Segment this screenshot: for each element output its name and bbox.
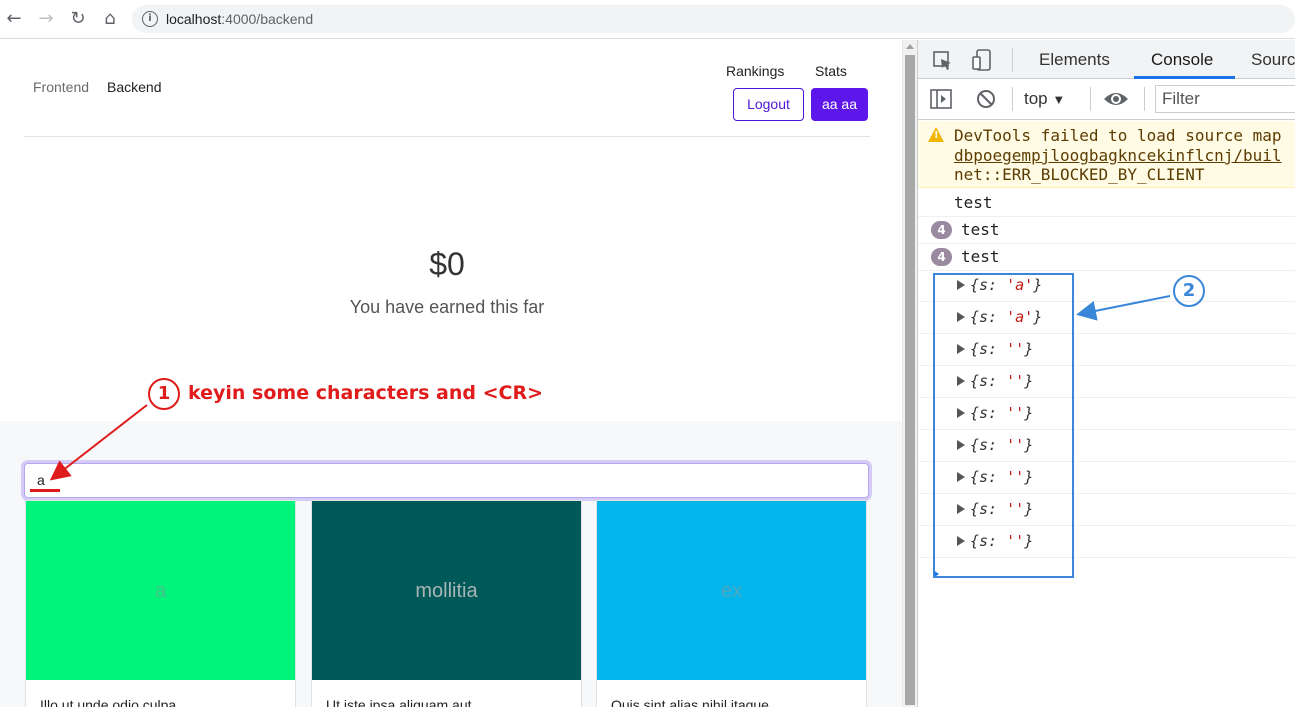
clear-console-icon[interactable] bbox=[975, 88, 997, 110]
scroll-up-icon[interactable] bbox=[906, 44, 914, 49]
card[interactable]: ex Quis sint alias nihil itaque bbox=[596, 500, 867, 707]
browser-toolbar: ← → ↻ ⌂ i localhost:4000/backend bbox=[0, 0, 1295, 39]
tab-elements[interactable]: Elements bbox=[1039, 50, 1110, 70]
url-text[interactable]: localhost:4000/backend bbox=[166, 11, 313, 27]
url-path: :4000/backend bbox=[221, 11, 314, 27]
console-warning: ! DevTools failed to load source map dbp… bbox=[918, 121, 1295, 188]
annotation-underline bbox=[30, 489, 60, 492]
repeat-count-badge: 4 bbox=[931, 221, 952, 239]
live-expression-eye-icon[interactable] bbox=[1103, 89, 1129, 109]
card-title: Quis sint alias nihil itaque bbox=[611, 697, 769, 707]
annotation-step-2: 2 bbox=[1173, 275, 1205, 307]
filter-input[interactable]: Filter bbox=[1155, 85, 1295, 113]
toolbar-separator bbox=[1090, 87, 1091, 111]
card-title: Ut iste ipsa aliquam aut bbox=[326, 697, 472, 707]
context-selector[interactable]: top ▼ bbox=[1024, 89, 1065, 110]
web-page: Frontend Backend Rankings Stats Logout a… bbox=[0, 40, 902, 707]
nav-backend-link[interactable]: Backend bbox=[107, 78, 161, 96]
back-icon[interactable]: ← bbox=[4, 9, 24, 29]
tab-sources[interactable]: Sourc bbox=[1251, 50, 1295, 70]
log-text: test bbox=[961, 247, 1000, 266]
warning-link[interactable]: dbpoegempjloogbagkncekinflcnj/buil bbox=[954, 146, 1282, 166]
home-icon[interactable]: ⌂ bbox=[100, 9, 120, 29]
earned-label: You have earned this far bbox=[349, 297, 545, 317]
warning-error-code: net::ERR_BLOCKED_BY_CLIENT bbox=[954, 165, 1205, 184]
devtools-tabbar: Elements Console Sourc bbox=[918, 40, 1295, 79]
sidebar-toggle-icon[interactable] bbox=[929, 88, 953, 110]
console-log-row: 4 test bbox=[918, 243, 1295, 271]
logout-button[interactable]: Logout bbox=[733, 88, 804, 121]
console-toolbar: top ▼ Filter bbox=[918, 79, 1295, 120]
card-image: a bbox=[26, 501, 295, 680]
card-image: mollitia bbox=[312, 501, 581, 680]
header-divider bbox=[24, 136, 870, 137]
user-button[interactable]: aa aa bbox=[811, 88, 868, 121]
context-label: top bbox=[1024, 89, 1048, 108]
nav-rankings-link[interactable]: Rankings bbox=[726, 62, 784, 80]
toolbar-separator bbox=[1144, 87, 1145, 111]
card-title: Illo ut unde odio culpa bbox=[40, 697, 177, 707]
log-text: test bbox=[961, 220, 1000, 239]
scrollbar-thumb[interactable] bbox=[905, 55, 915, 705]
chevron-down-icon: ▼ bbox=[1052, 92, 1066, 107]
log-text: test bbox=[954, 193, 993, 212]
annotation-step-1: 1 bbox=[148, 378, 180, 410]
console-log-row: test bbox=[918, 189, 1295, 217]
device-toggle-icon[interactable] bbox=[970, 48, 994, 72]
annotation-box bbox=[933, 273, 1074, 578]
card-image: ex bbox=[597, 501, 866, 680]
page-scrollbar[interactable] bbox=[902, 40, 917, 707]
annotation-step-1-text: keyin some characters and <CR> bbox=[188, 382, 544, 404]
toolbar-separator bbox=[1012, 87, 1013, 111]
tab-console[interactable]: Console bbox=[1151, 50, 1213, 70]
console-log-row: 4 test bbox=[918, 216, 1295, 244]
address-bar[interactable]: i localhost:4000/backend bbox=[132, 5, 1295, 33]
card[interactable]: mollitia Ut iste ipsa aliquam aut bbox=[311, 500, 582, 707]
search-input[interactable]: a bbox=[24, 463, 869, 498]
warning-icon-mark: ! bbox=[934, 130, 939, 141]
inspect-icon[interactable] bbox=[932, 50, 954, 72]
nav-frontend-link[interactable]: Frontend bbox=[33, 78, 89, 96]
earned-amount: $0 bbox=[429, 246, 465, 282]
warning-message: DevTools failed to load source map bbox=[954, 126, 1282, 145]
info-icon[interactable]: i bbox=[142, 11, 158, 27]
repeat-count-badge: 4 bbox=[931, 248, 952, 266]
forward-icon[interactable]: → bbox=[36, 9, 56, 29]
url-host: localhost bbox=[166, 11, 222, 27]
card[interactable]: a Illo ut unde odio culpa bbox=[25, 500, 296, 707]
tab-separator bbox=[1012, 48, 1013, 72]
reload-icon[interactable]: ↻ bbox=[68, 9, 88, 29]
nav-stats-link[interactable]: Stats bbox=[815, 62, 847, 80]
